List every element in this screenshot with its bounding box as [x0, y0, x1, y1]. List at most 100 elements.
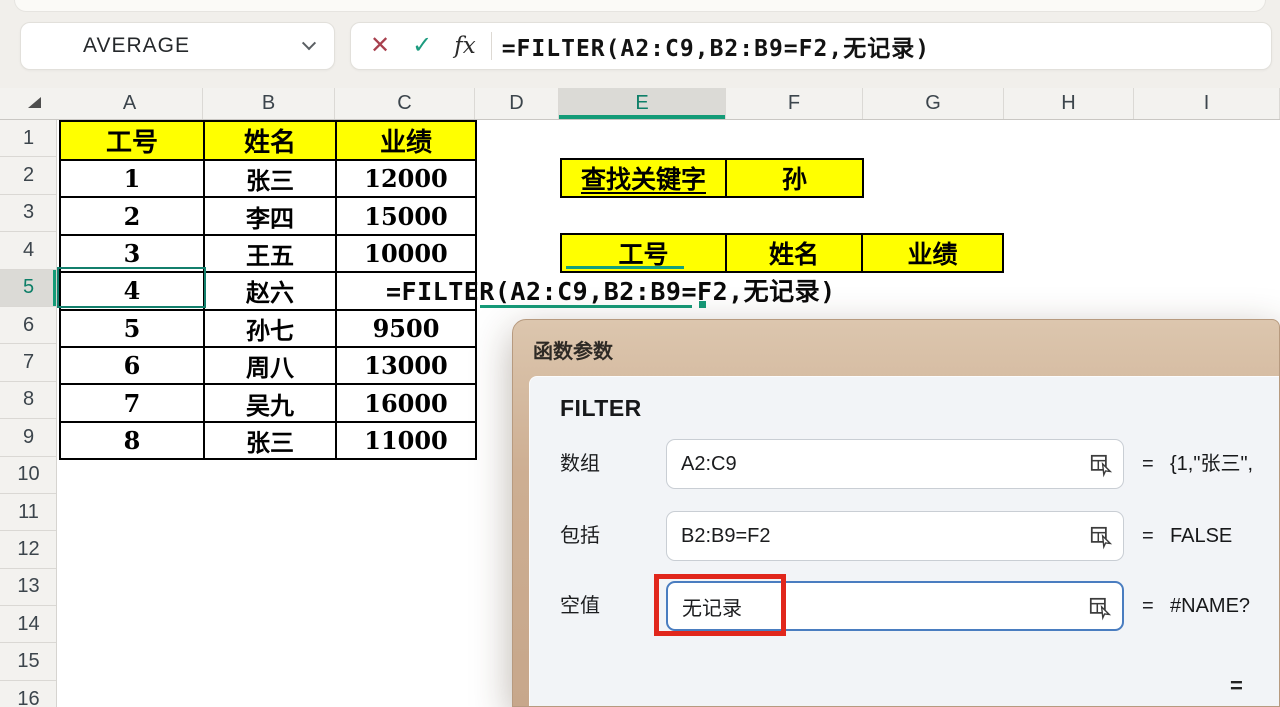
cell[interactable]: 2 — [60, 197, 204, 234]
row-header-3[interactable]: 3 — [0, 195, 57, 232]
empty-value-input[interactable]: 无记录 — [666, 581, 1124, 631]
cell[interactable]: 孙七 — [204, 310, 336, 347]
cell[interactable]: 吴九 — [204, 384, 336, 421]
field-row-include: 包括 B2:B9=F2 = FALSE — [530, 511, 1279, 561]
result-header-cell[interactable]: 业绩 — [863, 233, 1004, 273]
formula-bar-text[interactable]: =FILTER(A2:C9,B2:B9=F2,无记录) — [502, 29, 930, 63]
cell[interactable]: 15000 — [336, 197, 476, 234]
column-header-c[interactable]: C — [335, 88, 475, 119]
cell[interactable]: 张三 — [204, 422, 336, 459]
equals-sign: = — [1142, 511, 1154, 561]
row-header-1[interactable]: 1 — [0, 120, 57, 157]
result-header-cell[interactable]: 姓名 — [727, 233, 863, 273]
divider — [491, 32, 492, 60]
in-cell-formula: =FILTER(A2:C9,B2:B9=F2,无记录) — [386, 272, 836, 308]
cell[interactable]: 13000 — [336, 347, 476, 384]
column-header-g[interactable]: G — [863, 88, 1004, 119]
lookup-value-cell[interactable]: 孙 — [727, 158, 864, 198]
field-label: 包括 — [560, 511, 656, 561]
header-cell[interactable]: 业绩 — [336, 121, 476, 160]
field-result-error: #NAME? — [1170, 581, 1250, 631]
column-header-e-selected[interactable]: E — [559, 88, 726, 119]
name-box[interactable]: AVERAGE — [20, 22, 335, 70]
formula-toolbar: AVERAGE ✕ ✓ fx =FILTER(A2:C9,B2:B9=F2,无记… — [0, 0, 1280, 88]
column-header-f[interactable]: F — [726, 88, 863, 119]
row-header-11[interactable]: 11 — [0, 494, 57, 531]
field-label: 数组 — [560, 439, 656, 489]
column-header-h[interactable]: H — [1004, 88, 1134, 119]
header-cell[interactable]: 姓名 — [204, 121, 336, 160]
row-header-6[interactable]: 6 — [0, 307, 57, 344]
row-header-8[interactable]: 8 — [0, 382, 57, 419]
formula-range-handle — [699, 301, 706, 308]
confirm-icon[interactable]: ✓ — [401, 34, 443, 58]
column-header-d[interactable]: D — [475, 88, 559, 119]
cell[interactable]: 3 — [60, 235, 204, 272]
cell[interactable]: 李四 — [204, 197, 336, 234]
lookup-label-cell[interactable]: 查找关键字 — [560, 158, 727, 198]
table-row: 5 孙七 9500 — [60, 310, 476, 347]
result-header-cell[interactable]: 工号 — [560, 233, 727, 273]
row-header-4[interactable]: 4 — [0, 232, 57, 269]
table-row: 7 吴九 16000 — [60, 384, 476, 421]
table-row: 6 周八 13000 — [60, 347, 476, 384]
field-label: 空值 — [560, 581, 656, 631]
column-header-a[interactable]: A — [57, 88, 203, 119]
include-input-value: B2:B9=F2 — [681, 525, 771, 548]
function-arguments-dialog: 函数参数 FILTER 数组 A2:C9 = {1,"张三", — [512, 319, 1280, 707]
dialog-title: 函数参数 — [533, 335, 613, 364]
cell[interactable]: 9500 — [336, 310, 476, 347]
row-header-9[interactable]: 9 — [0, 419, 57, 456]
cell[interactable]: 10000 — [336, 235, 476, 272]
cell[interactable]: 4 — [60, 272, 204, 309]
field-row-array: 数组 A2:C9 = {1,"张三", — [530, 439, 1279, 489]
cell[interactable]: 16000 — [336, 384, 476, 421]
row-header-15[interactable]: 15 — [0, 643, 57, 680]
cell[interactable]: 5 — [60, 310, 204, 347]
cell[interactable]: 赵六 — [204, 272, 336, 309]
row-header-10[interactable]: 10 — [0, 457, 57, 494]
lookup-label: 查找关键字 — [581, 160, 706, 196]
column-header-i[interactable]: I — [1134, 88, 1280, 119]
header-cell[interactable]: 工号 — [60, 121, 204, 160]
chevron-down-icon[interactable] — [302, 36, 316, 50]
cell[interactable]: 周八 — [204, 347, 336, 384]
insert-function-icon[interactable]: fx — [443, 35, 486, 58]
row-header-16[interactable]: 16 — [0, 681, 57, 707]
cell[interactable]: 12000 — [336, 160, 476, 197]
table-row: 8 张三 11000 — [60, 422, 476, 459]
row-header-5-selected[interactable]: 5 — [0, 270, 57, 307]
array-input[interactable]: A2:C9 — [666, 439, 1124, 489]
range-picker-icon[interactable] — [1088, 452, 1114, 478]
cell[interactable]: 王五 — [204, 235, 336, 272]
field-result: {1,"张三", — [1170, 439, 1253, 489]
cell[interactable]: 8 — [60, 422, 204, 459]
include-input[interactable]: B2:B9=F2 — [666, 511, 1124, 561]
row-headers: 1 2 3 4 5 6 7 8 9 10 11 12 13 14 15 16 — [0, 120, 57, 707]
select-all-icon — [28, 97, 41, 108]
range-picker-icon[interactable] — [1088, 524, 1114, 550]
dialog-content: FILTER 数组 A2:C9 = {1,"张三", 包括 — [529, 376, 1279, 706]
empty-value-input-value: 无记录 — [682, 592, 742, 621]
row-header-7[interactable]: 7 — [0, 344, 57, 381]
column-header-b[interactable]: B — [203, 88, 335, 119]
range-picker-icon[interactable] — [1087, 595, 1113, 621]
equals-sign: = — [1142, 581, 1154, 631]
formula-bar[interactable]: ✕ ✓ fx =FILTER(A2:C9,B2:B9=F2,无记录) — [350, 22, 1272, 70]
formula-result-equals: = — [1230, 673, 1243, 699]
ribbon-edge — [14, 0, 1266, 12]
row-header-12[interactable]: 12 — [0, 531, 57, 568]
cell[interactable]: 11000 — [336, 422, 476, 459]
row-header-2[interactable]: 2 — [0, 157, 57, 194]
select-all-corner[interactable] — [0, 88, 57, 119]
cell[interactable]: 1 — [60, 160, 204, 197]
row-header-14[interactable]: 14 — [0, 606, 57, 643]
cancel-icon[interactable]: ✕ — [359, 34, 401, 58]
cell[interactable]: 张三 — [204, 160, 336, 197]
table-row: 3 王五 10000 — [60, 235, 476, 272]
lookup-keyword-cells: 查找关键字 孙 — [560, 158, 864, 198]
cell[interactable]: 7 — [60, 384, 204, 421]
cell[interactable]: 6 — [60, 347, 204, 384]
row-header-13[interactable]: 13 — [0, 569, 57, 606]
table-header-row: 工号 姓名 业绩 — [60, 121, 476, 160]
